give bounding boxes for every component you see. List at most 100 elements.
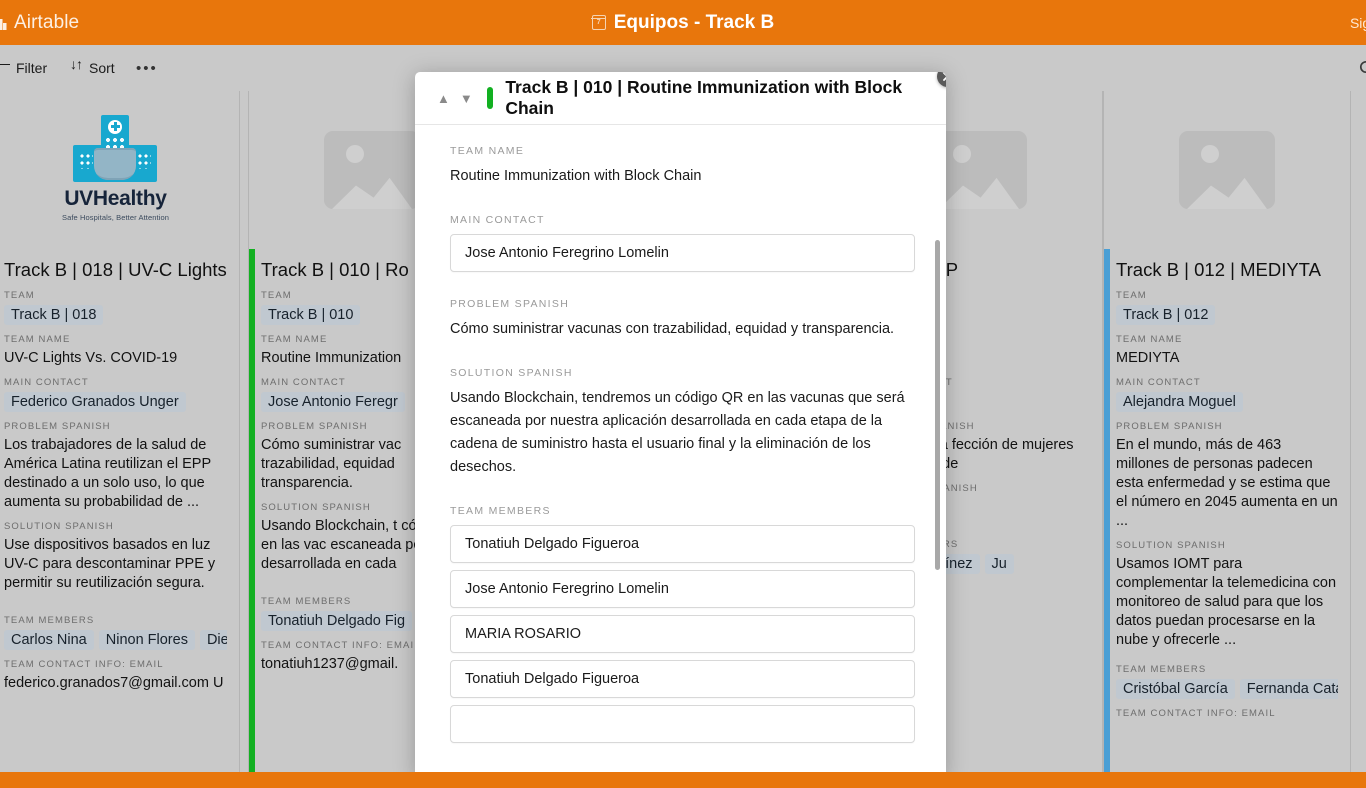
field-team-name: MEDIYTA [1116,350,1180,366]
card-cover-018: UVHealthy Safe Hospitals, Better Attenti… [0,91,239,249]
team-member-item[interactable]: Jose Antonio Feregrino Lomelin [450,570,915,608]
field-label-main-contact: MAIN CONTACT [1116,377,1201,388]
modal-body[interactable]: TEAM NAME Routine Immunization with Bloc… [415,125,946,778]
chevron-up-icon[interactable]: ▲ [437,92,450,105]
brand-label: Airtable [14,11,80,33]
image-placeholder-icon [1179,131,1275,209]
team-member-item[interactable] [450,705,915,743]
field-label-team-name: TEAM NAME [4,334,71,345]
card-body-018: Track B | 018 | UV-C Lights ... TEAM Tra… [0,249,239,772]
chip-main-contact: Alejandra Moguel [1116,392,1243,412]
logo-name: UVHealthy [64,186,167,210]
field-email: federico.granados7@gmail.com U [4,675,224,691]
field-team: Track B | 018 [4,305,227,325]
modal-title: Track B | 010 | Routine Immunization wit… [505,77,903,118]
field-team: Track B | 012 [1116,305,1338,325]
card-title: Track B | 012 | MEDIYTA [1116,259,1321,280]
search-icon [1359,60,1366,73]
record-nav: ▲ ▼ [437,92,473,105]
card-body-012: Track B | 012 | MEDIYTA TEAM Track B | 0… [1104,249,1350,772]
filter-icon [0,63,10,74]
field-label-email: TEAM CONTACT INFO: EMAIL [4,659,164,670]
modal-field-team-members: TEAM MEMBERS Tonatiuh Delgado Figueroa J… [450,505,915,743]
field-main-contact: Federico Granados Unger [4,392,227,412]
calendar-icon [591,15,607,30]
modal-field-problem: PROBLEM SPANISH Cómo suministrar vacunas… [450,298,915,341]
field-label-solution: SOLUTION SPANISH [4,521,114,532]
modal-value-team-name: Routine Immunization with Block Chain [450,168,702,184]
chip-team: Track B | 018 [4,305,104,325]
gallery-card-018[interactable]: UVHealthy Safe Hospitals, Better Attenti… [0,91,240,772]
field-team-members: Carlos NinaNinon FloresDiego A [4,630,227,650]
brand-airtable[interactable]: Airtable [0,0,79,45]
sign-up-link[interactable]: Sign [1350,0,1366,45]
modal-field-main-contact: MAIN CONTACT Jose Antonio Feregrino Lome… [450,214,915,272]
record-color-bar [486,87,494,109]
field-main-contact: Alejandra Moguel [1116,392,1338,412]
chip-member: Fernanda Catalan [1239,679,1338,699]
close-icon [943,72,946,81]
image-placeholder-icon [324,131,420,209]
filter-label: Filter [16,60,48,76]
sign-up-label: Sign [1349,14,1366,31]
card-cover-012 [1104,91,1350,249]
field-label-solution: SOLUTION SPANISH [1116,540,1226,551]
filter-button[interactable]: Filter [0,56,53,80]
sort-button[interactable]: Sort [64,56,121,80]
field-label-team-members: TEAM MEMBERS [1116,664,1207,675]
chevron-down-icon[interactable]: ▼ [460,92,473,105]
team-member-item[interactable]: MARIA ROSARIO [450,615,915,653]
chip-member: Cristóbal García [1116,679,1235,699]
modal-label-team-name: TEAM NAME [450,145,525,157]
card-title: Track B | 018 | UV-C Lights ... [4,259,227,280]
chip-member: Tonatiuh Delgado Fig [261,611,413,631]
airtable-logo-icon [0,15,7,30]
chip-member: Ninon Flores [98,630,195,650]
field-problem: En el mundo, más de 463 millones de pers… [1116,437,1338,529]
field-label-team: TEAM [4,290,35,301]
modal-label-main-contact: MAIN CONTACT [450,214,545,226]
chip-team: Track B | 012 [1116,305,1216,325]
field-label-problem: PROBLEM SPANISH [1116,421,1223,432]
sort-label: Sort [89,60,115,76]
field-label-problem: PROBLEM SPANISH [4,421,111,432]
field-team-members: Cristóbal GarcíaFernanda Catalan [1116,679,1338,699]
field-label-email: TEAM CONTACT INFO: EMAIL [1116,708,1276,719]
airtable-app: Airtable Equipos - Track B Sign Filter S… [0,0,1366,788]
modal-value-problem: Cómo suministrar vacunas con trazabilida… [450,321,895,337]
modal-label-problem: PROBLEM SPANISH [450,298,570,310]
modal-header: ▲ ▼ Track B | 010 | Routine Immunization… [415,72,946,125]
team-member-item[interactable]: Tonatiuh Delgado Figueroa [450,660,915,698]
document-title-label: Equipos - Track B [613,11,775,33]
sort-icon [70,56,83,74]
record-detail-modal[interactable]: ▲ ▼ Track B | 010 | Routine Immunization… [415,72,946,778]
search-button[interactable] [1359,45,1366,91]
chip-member: Diego A [199,630,227,650]
field-solution: Usamos IOMT para complementar la telemed… [1116,556,1337,648]
modal-label-team-members: TEAM MEMBERS [450,505,551,517]
more-options-button[interactable]: ••• [130,56,164,81]
modal-scrollbar[interactable] [935,240,940,570]
main-contact-input[interactable]: Jose Antonio Feregrino Lomelin [450,234,915,272]
field-team-name: UV-C Lights Vs. COVID-19 [4,350,178,366]
uvhealthy-logo-icon: UVHealthy Safe Hospitals, Better Attenti… [61,114,169,222]
chip-main-contact: Jose Antonio Feregr [261,392,405,412]
chip-main-contact: Federico Granados Unger [4,392,186,412]
modal-label-solution: SOLUTION SPANISH [450,367,573,379]
bottom-bar [0,772,1366,788]
gallery-card-012[interactable]: Track B | 012 | MEDIYTA TEAM Track B | 0… [1103,91,1351,772]
team-member-item[interactable]: Tonatiuh Delgado Figueroa [450,525,915,563]
modal-value-solution: Usando Blockchain, tendremos un código Q… [450,390,905,475]
logo-tagline: Safe Hospitals, Better Attention [61,212,169,222]
field-solution: Use dispositivos basados en luz UV-C par… [4,537,216,591]
field-label-main-contact: MAIN CONTACT [4,377,89,388]
field-label-team: TEAM [1116,290,1147,301]
modal-field-team-name: TEAM NAME Routine Immunization with Bloc… [450,145,915,188]
chip-team: Track B | 010 [261,305,361,325]
modal-field-solution: SOLUTION SPANISH Usando Blockchain, tend… [450,367,915,479]
chip-member: Ju [984,554,1014,574]
more-options-icon: ••• [136,59,158,77]
chip-member: Carlos Nina [4,630,94,650]
top-bar: Airtable Equipos - Track B Sign [0,0,1366,45]
document-title: Equipos - Track B [0,0,1366,45]
